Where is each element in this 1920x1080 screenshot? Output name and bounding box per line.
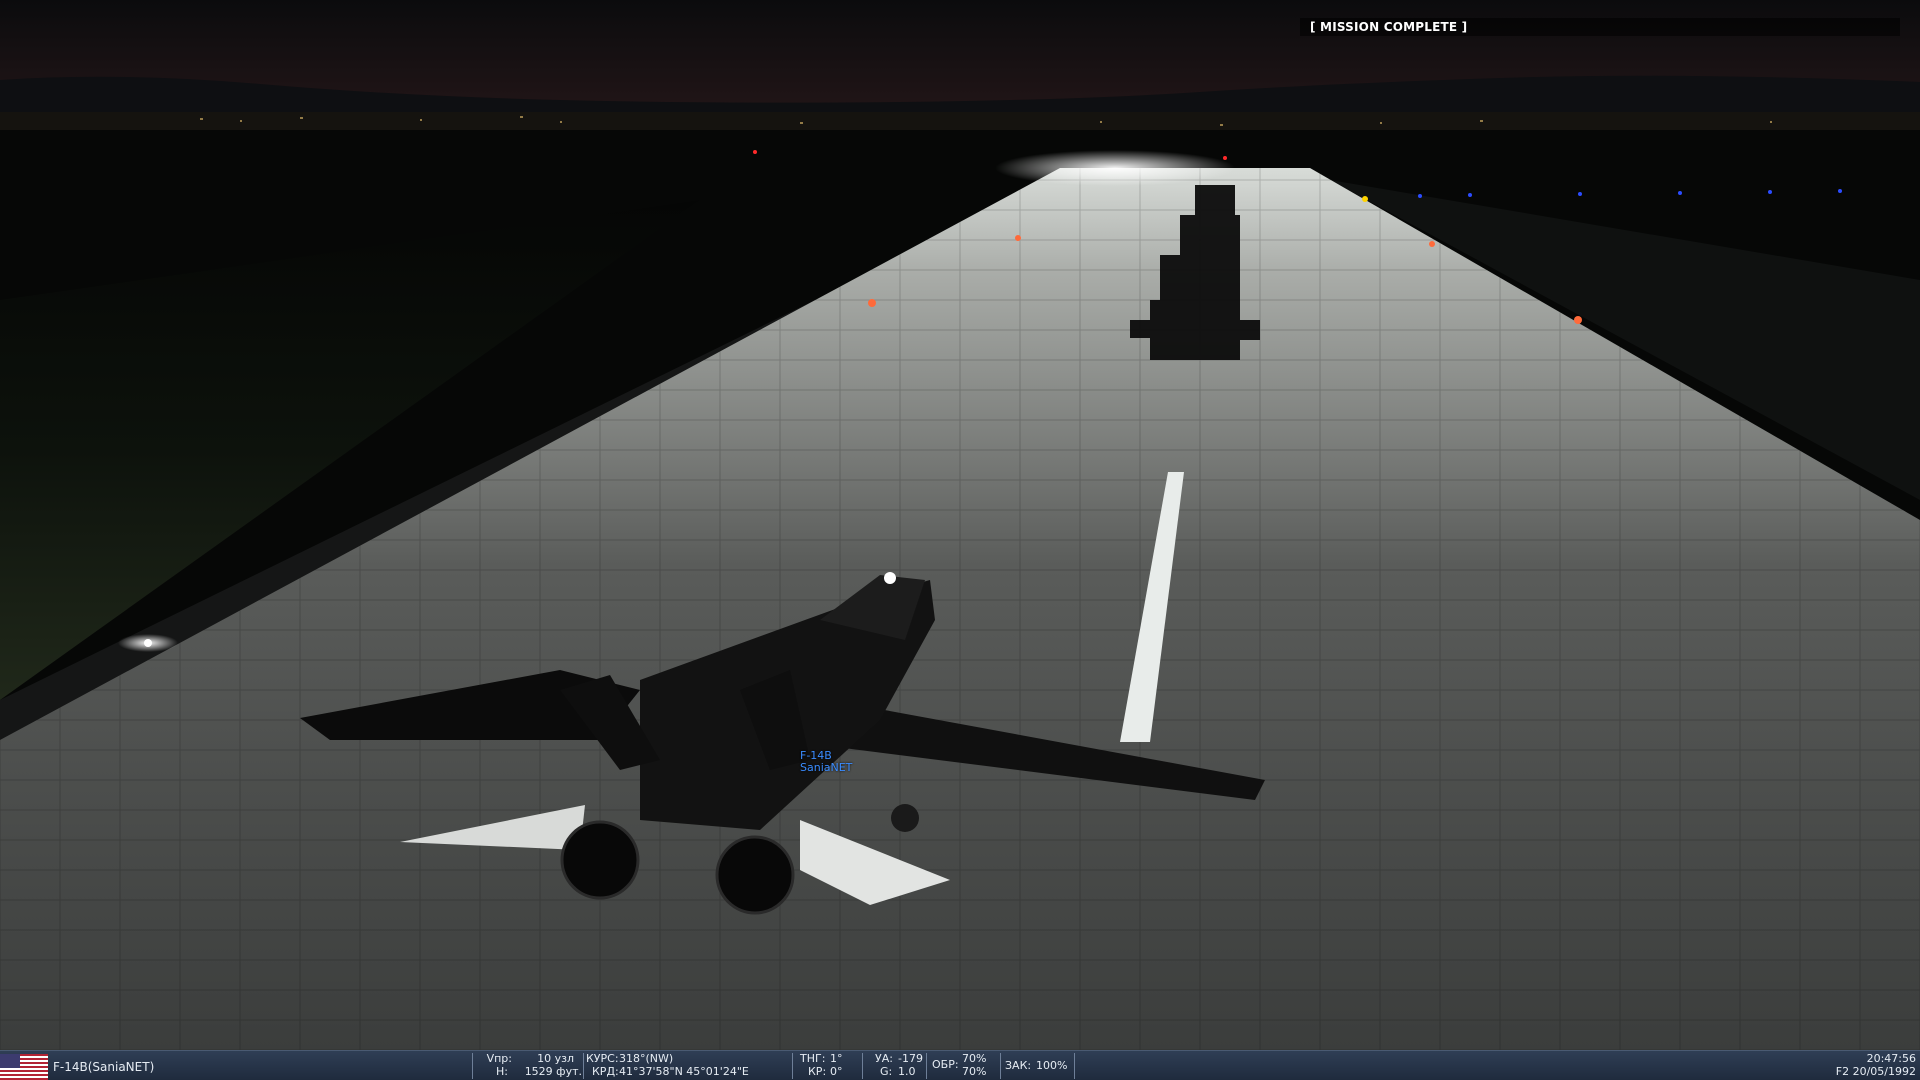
- separator: [792, 1053, 793, 1079]
- ua-label: УА:: [875, 1052, 893, 1065]
- kr-value: 0°: [830, 1065, 843, 1078]
- obr-label: ОБР:: [932, 1058, 959, 1071]
- krd-label: КРД:: [592, 1065, 619, 1078]
- krd-value: 41°37'58"N 45°01'24"E: [619, 1065, 749, 1078]
- tng-value: 1°: [830, 1052, 843, 1065]
- clock-time: 20:47:56: [1866, 1052, 1916, 1065]
- separator: [472, 1053, 473, 1079]
- vpr-label: Vпр:: [486, 1052, 512, 1065]
- aircraft-label: F-14B SaniaNET: [800, 750, 852, 774]
- obr-value-2: 70%: [962, 1065, 987, 1078]
- aircraft-label-pilot: SaniaNET: [800, 761, 853, 774]
- g-value: 1.0: [898, 1065, 916, 1078]
- kurs-value: 318°(NW): [619, 1052, 674, 1065]
- h-value: 1529 фут.: [524, 1065, 582, 1078]
- zak-label: ЗАК:: [1005, 1059, 1032, 1072]
- obr-value-1: 70%: [962, 1052, 987, 1065]
- zak-value: 100%: [1036, 1059, 1068, 1072]
- mission-date: F2 20/05/1992: [1835, 1065, 1916, 1078]
- kr-label: КР:: [808, 1065, 827, 1078]
- separator: [583, 1053, 584, 1079]
- unit-name: F-14B(SaniaNET): [53, 1060, 155, 1074]
- kurs-label: КУРС:: [586, 1052, 619, 1065]
- separator: [862, 1053, 863, 1079]
- night-runway-scene: [0, 0, 1920, 1060]
- ua-value: -179: [898, 1052, 923, 1065]
- mission-complete-banner: [ MISSION COMPLETE ]: [1300, 18, 1900, 36]
- separator: [1074, 1053, 1075, 1079]
- tng-label: ТНГ:: [800, 1052, 826, 1065]
- separator: [1000, 1053, 1001, 1079]
- status-bar: F-14B(SaniaNET) Vпр: 10 узл H: 1529 фут.…: [0, 1050, 1920, 1080]
- separator: [926, 1053, 927, 1079]
- vpr-value: 10 узл: [537, 1052, 574, 1065]
- g-label: G:: [880, 1065, 893, 1078]
- h-label: H:: [496, 1065, 508, 1078]
- game-viewport: [0, 0, 1920, 1080]
- usa-flag-icon: [0, 1054, 48, 1080]
